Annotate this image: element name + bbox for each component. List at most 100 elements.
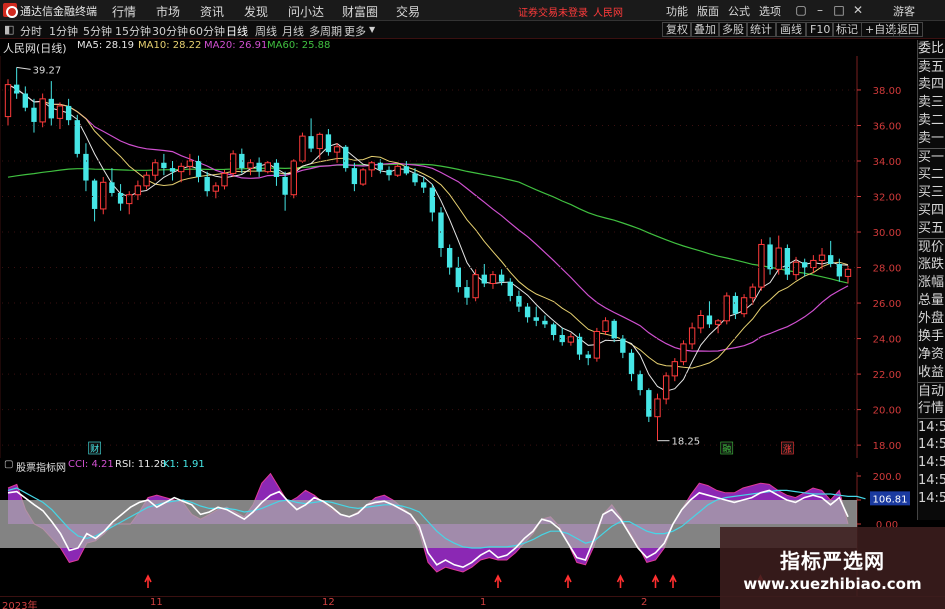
menu-faxian[interactable]: 发现 [244,3,268,20]
panel-volume: 总量 [918,293,945,308]
btn-f10[interactable]: F10 [806,22,835,37]
panel-buy5: 买五 [918,221,945,236]
current-stock-tag: 人民网 [593,8,623,19]
current-value-label: 106.81 [873,494,908,505]
candle [680,340,687,366]
more-dropdown-icon[interactable]: ▼ [369,25,375,34]
panel-buy3: 买三 [918,185,945,200]
candle-body-down [13,84,20,94]
candle-body-down [637,374,643,391]
period-5min[interactable]: 5分钟 [83,23,112,39]
k1-value: K1: 1.91 [163,459,205,470]
period-more[interactable]: 更多 [344,23,366,39]
btn-diejia[interactable]: 叠加 [690,22,720,37]
period-60min[interactable]: 60分钟 [189,23,225,39]
candle-body-down [256,162,262,172]
period-monthly[interactable]: 月线 [282,23,304,39]
menu-zixun[interactable]: 资讯 [200,3,224,20]
indicator-menu-icon[interactable]: ▢ [4,459,13,470]
candle-body-up [688,327,696,345]
candle-body-down [161,162,167,169]
menu-gongneng[interactable]: 功能 [666,3,688,19]
candlestick-chart[interactable]: 38.00 36.00 34.00 32.00 30.00 28.00 26.00 24.00… [0,56,917,458]
candle-body-down [31,107,37,122]
candle-body-up [152,162,159,176]
candle [723,292,730,325]
price-tick-label: 34.00 [873,157,902,168]
trade-login-status[interactable]: 证券交易未登录 [518,4,588,19]
price-axis: 38.00 36.00 34.00 32.00 30.00 28.00 26.00 24.00… [2,86,901,452]
candle [91,178,98,222]
candle-body-up [818,254,826,261]
btn-tongji[interactable]: 统计 [746,22,776,37]
panel-tick-time: 14:50 [918,473,945,488]
menu-caifuquan[interactable]: 财富圈 [342,3,378,20]
menu-gongshi[interactable]: 公式 [728,3,750,19]
window-menu-icon[interactable]: ▢ [793,2,809,18]
menu-wenxiaoda[interactable]: 问小达 [288,3,324,20]
candle-body-up [489,274,497,285]
title-bar: 通达信金融终端 行情 市场 资讯 发现 问小达 财富圈 交易 证券交易未登录 人… [0,0,945,21]
menu-hangqing[interactable]: 行情 [112,3,136,20]
candle-body-down [343,146,349,169]
rsi-value: RSI: 11.28 [115,459,167,470]
btn-back[interactable]: 返回 [893,22,923,37]
candle-body-down [351,168,358,185]
candle-body-down [109,182,115,193]
btn-duogu[interactable]: 多股 [718,22,748,37]
panel-auto[interactable]: 自动 [918,382,945,400]
period-daily[interactable]: 日线 [226,23,248,39]
watermark-title: 指标严选网 [780,549,885,573]
candle [152,159,159,181]
menu-jiaoyi[interactable]: 交易 [396,3,420,20]
period-30min[interactable]: 30分钟 [152,23,188,39]
candle-body-down [429,187,436,213]
btn-fuquan[interactable]: 复权 [662,22,692,37]
candle-body-up [680,343,687,363]
menu-shichang[interactable]: 市场 [156,3,180,20]
menu-banmian[interactable]: 版面 [697,3,719,19]
period-fenshi[interactable]: 分时 [20,23,42,39]
candle [282,171,288,211]
period-15min[interactable]: 15分钟 [115,23,151,39]
window-minimize-icon[interactable]: – [812,2,828,18]
btn-huaxian[interactable]: 画线 [776,22,806,37]
stock-name-label: 人民网(日线) [3,42,67,55]
btn-biaoji[interactable]: 标记 [832,22,862,37]
candle [247,159,254,176]
panel-sell2: 卖二 [918,113,945,128]
buy-signal-arrow [669,574,677,588]
candle [654,393,661,441]
date-label-12: 12 [322,597,335,608]
candle [31,98,37,133]
menu-xuanxiang[interactable]: 选项 [759,3,781,19]
candle [195,155,202,183]
price-tick-label: 26.00 [873,299,902,310]
candle-body-down [516,295,522,307]
candle-body-down [585,354,591,359]
window-close-icon[interactable]: ✕ [850,2,866,18]
buy-signal-arrow [564,574,572,588]
candle [542,315,548,328]
candle-body-down [498,274,505,282]
candle [533,306,539,327]
panel-quote[interactable]: 行情 [918,400,945,418]
candle [767,237,773,275]
date-label-11: 11 [150,597,163,608]
candle-body-up [844,268,852,277]
candle [169,160,176,181]
guest-user[interactable]: 游客 [893,3,915,19]
candle-body-up [359,169,367,185]
window-maximize-icon[interactable]: □ [831,2,847,18]
period-weekly[interactable]: 周线 [255,23,277,39]
candle [714,319,722,334]
period-multi[interactable]: 多周期 [309,23,342,39]
candle-body-up [126,194,133,205]
candle [134,180,142,201]
toolbar-toggle-icon[interactable]: ◧ [4,23,14,36]
period-1min[interactable]: 1分钟 [49,23,78,39]
candle [4,79,12,126]
candle-body-up [264,162,271,173]
candle-body-up [593,330,601,359]
candle-body-down [628,352,635,375]
